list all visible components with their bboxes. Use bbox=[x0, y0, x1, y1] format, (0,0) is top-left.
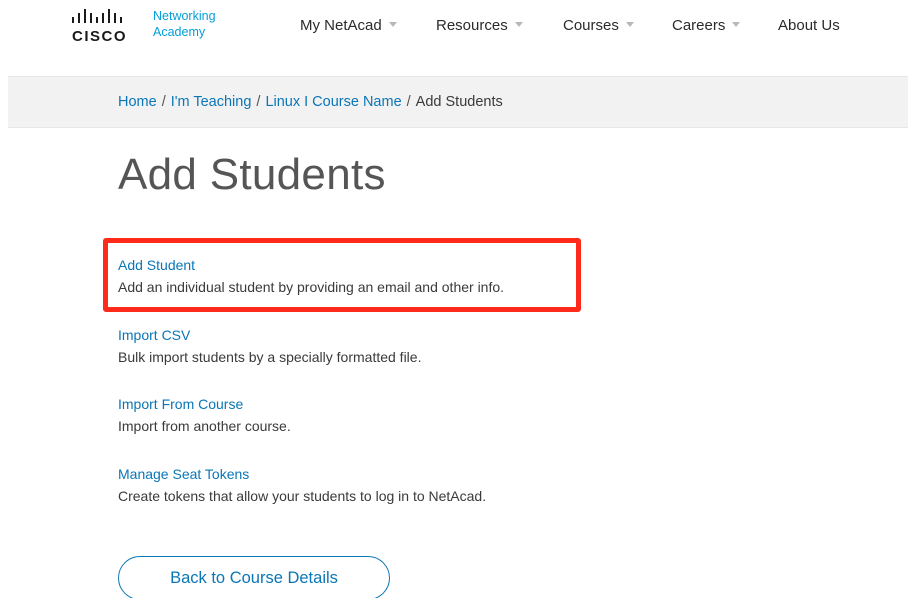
breadcrumb-separator: / bbox=[256, 94, 261, 110]
nav-item-resources[interactable]: Resources bbox=[436, 17, 523, 34]
breadcrumb: Home / I'm Teaching / Linux I Course Name / Ad… bbox=[118, 94, 503, 110]
breadcrumb-bar: Home / I'm Teaching / Linux I Course Name / Ad… bbox=[8, 76, 908, 128]
nav-item-label: My NetAcad bbox=[300, 17, 382, 34]
option-import-from-course: Import From Course Import from another c… bbox=[118, 395, 718, 435]
import-from-course-description: Import from another course. bbox=[118, 418, 291, 434]
caret-down-icon bbox=[625, 21, 634, 27]
nav-item-label: Resources bbox=[436, 17, 508, 34]
breadcrumb-separator: / bbox=[161, 94, 166, 110]
caret-down-icon bbox=[388, 21, 397, 27]
breadcrumb-separator: / bbox=[406, 94, 411, 110]
option-manage-seat-tokens: Manage Seat Tokens Create tokens that al… bbox=[118, 465, 718, 505]
breadcrumb-course[interactable]: Linux I Course Name bbox=[265, 94, 401, 110]
option-import-csv: Import CSV Bulk import students by a spe… bbox=[118, 326, 718, 366]
manage-seat-tokens-description: Create tokens that allow your students t… bbox=[118, 488, 487, 504]
back-to-course-details-button[interactable]: Back to Course Details bbox=[118, 556, 390, 598]
breadcrumb-im-teaching[interactable]: I'm Teaching bbox=[171, 94, 252, 110]
manage-seat-tokens-link[interactable]: Manage Seat Tokens bbox=[118, 465, 718, 483]
nav-item-courses[interactable]: Courses bbox=[563, 17, 634, 34]
import-csv-description: Bulk import students by a specially form… bbox=[118, 349, 422, 365]
nav-item-my-netacad[interactable]: My NetAcad bbox=[300, 17, 397, 34]
page: CISCO Networking Academy My NetAcad Reso… bbox=[0, 0, 908, 598]
import-csv-link[interactable]: Import CSV bbox=[118, 326, 718, 344]
nav-item-careers[interactable]: Careers bbox=[672, 17, 741, 34]
caret-down-icon bbox=[514, 21, 523, 27]
site-header: CISCO Networking Academy My NetAcad Reso… bbox=[0, 0, 908, 60]
page-title: Add Students bbox=[118, 150, 386, 199]
breadcrumb-home[interactable]: Home bbox=[118, 94, 157, 110]
nav-item-label: About Us bbox=[778, 17, 840, 34]
nav-item-label: Careers bbox=[672, 17, 726, 34]
highlight-annotation-box bbox=[103, 238, 581, 312]
breadcrumb-current: Add Students bbox=[415, 94, 503, 110]
nav-item-about-us[interactable]: About Us bbox=[778, 17, 840, 34]
import-from-course-link[interactable]: Import From Course bbox=[118, 395, 718, 413]
main-nav: My NetAcad Resources Courses Careers Abo… bbox=[0, 17, 908, 37]
nav-item-label: Courses bbox=[563, 17, 619, 34]
caret-down-icon bbox=[732, 21, 741, 27]
